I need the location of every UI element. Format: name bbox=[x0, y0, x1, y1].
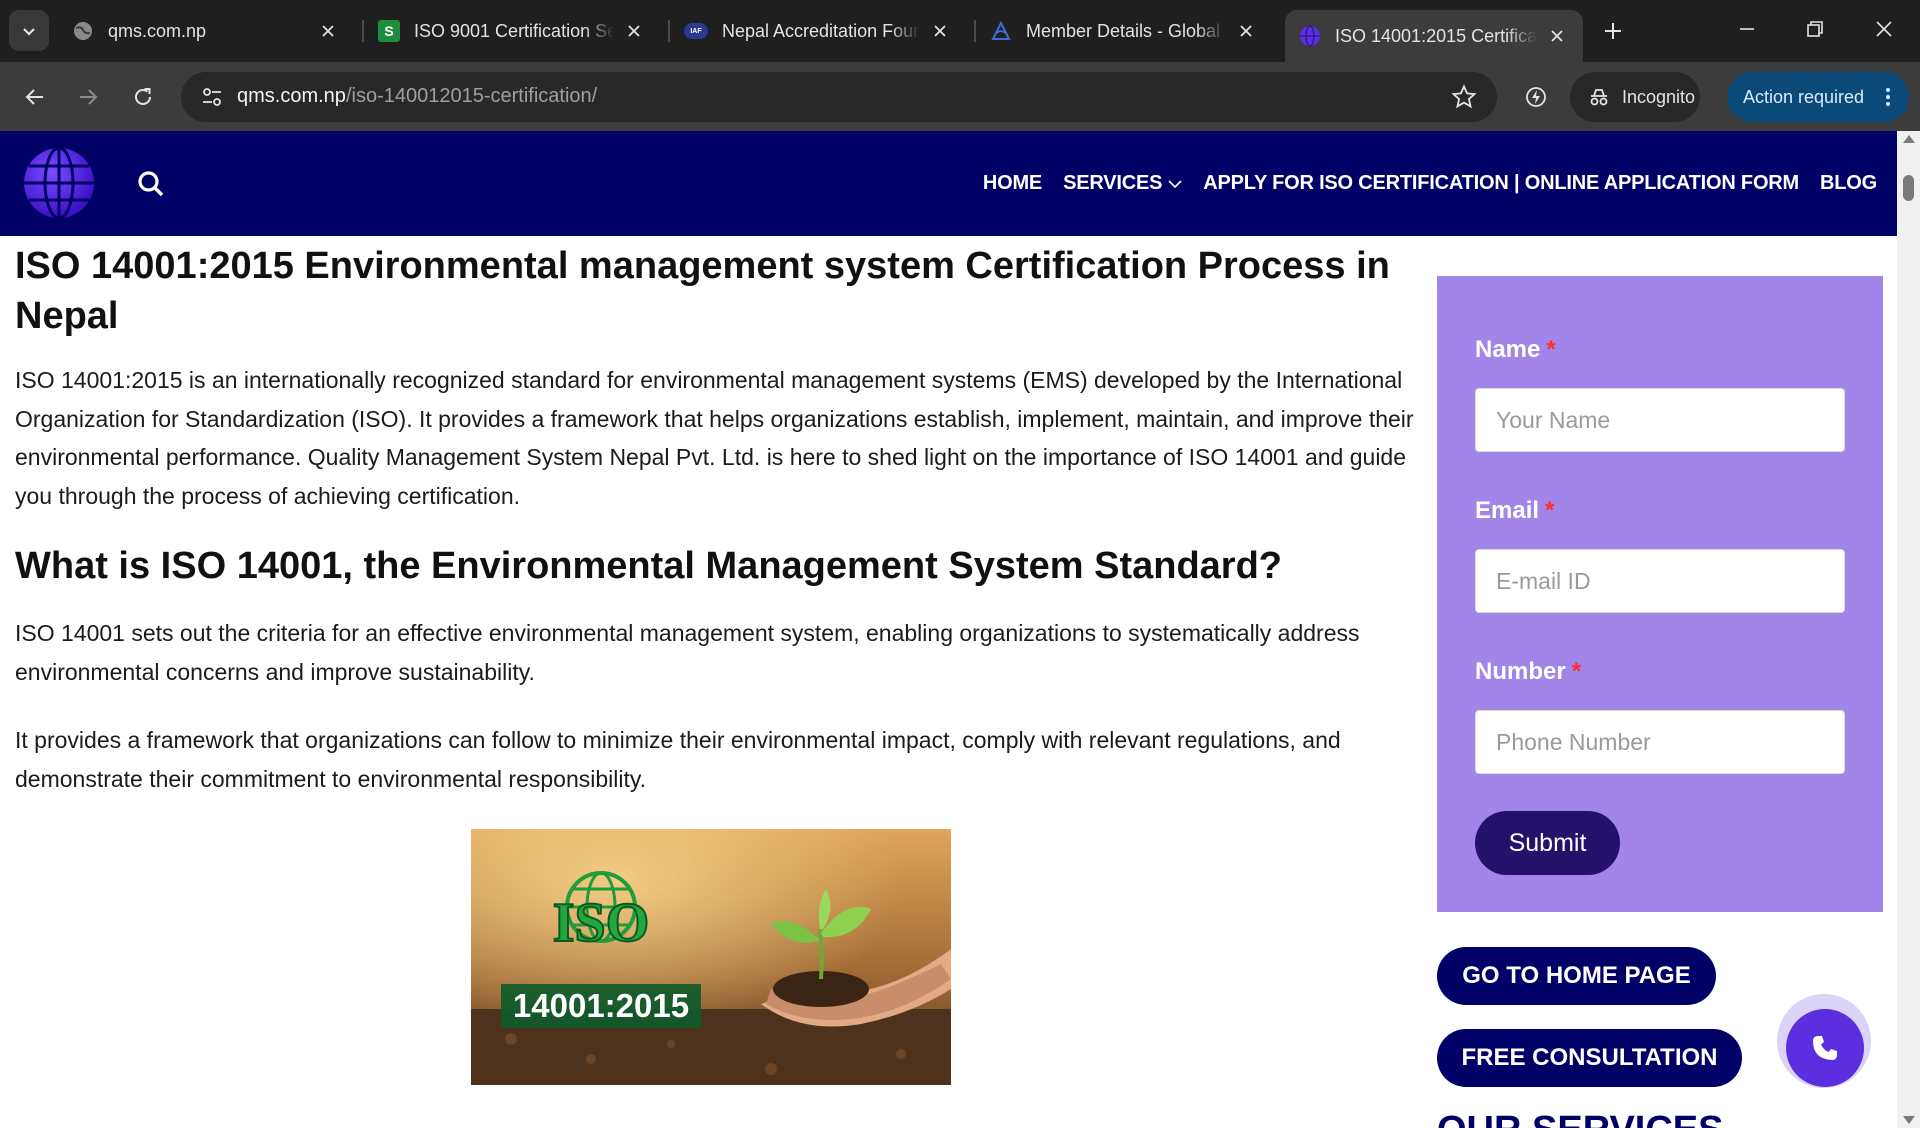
close-tab-icon[interactable] bbox=[316, 19, 340, 43]
arrow-left-icon bbox=[25, 89, 43, 105]
forward-button[interactable] bbox=[69, 78, 107, 116]
tab-member-details[interactable]: Member Details - Global bbox=[976, 10, 1272, 52]
phone-icon bbox=[1813, 1036, 1837, 1060]
close-tab-icon[interactable] bbox=[1234, 19, 1258, 43]
tab-title: ISO 9001 Certification Services bbox=[414, 20, 614, 41]
required-asterisk: * bbox=[1546, 336, 1556, 363]
site-header: HOME SERVICES APPLY FOR ISO CERTIFICATIO… bbox=[0, 131, 1897, 236]
name-input[interactable] bbox=[1475, 388, 1845, 452]
tab-title: ISO 14001:2015 Certification bbox=[1335, 25, 1537, 46]
more-vert-icon bbox=[1886, 88, 1890, 106]
arrow-right-icon bbox=[80, 89, 98, 105]
action-required-label: Action required bbox=[1743, 86, 1865, 107]
browser-toolbar: qms.com.np/iso-140012015-certification/ … bbox=[0, 62, 1920, 131]
triangle-logo-icon bbox=[990, 20, 1012, 42]
tab-qms-home[interactable]: qms.com.np bbox=[58, 10, 354, 52]
address-bar[interactable]: qms.com.np/iso-140012015-certification/ bbox=[181, 72, 1497, 122]
our-services-heading: OUR SERVICES bbox=[1437, 1109, 1723, 1128]
page-title: ISO 14001:2015 Environmental management … bbox=[15, 245, 1390, 337]
nav-services[interactable]: SERVICES bbox=[1063, 172, 1182, 195]
phone-input[interactable] bbox=[1475, 710, 1845, 774]
required-asterisk: * bbox=[1571, 658, 1582, 685]
nav-home[interactable]: HOME bbox=[983, 172, 1042, 195]
back-button[interactable] bbox=[16, 78, 54, 116]
url-host: qms.com.np bbox=[237, 85, 346, 107]
free-consultation-button[interactable]: FREE CONSULTATION bbox=[1437, 1029, 1742, 1087]
nav-apply[interactable]: APPLY FOR ISO CERTIFICATION | ONLINE APP… bbox=[1203, 172, 1799, 195]
site-logo-globe-icon[interactable] bbox=[22, 146, 96, 220]
minimize-icon bbox=[1740, 28, 1754, 30]
tab-nepal-accreditation[interactable]: IAF Nepal Accreditation Foundation bbox=[670, 10, 966, 52]
page-scrollbar[interactable] bbox=[1897, 131, 1920, 1128]
star-icon[interactable] bbox=[1451, 84, 1477, 110]
tab-title: Member Details - Global bbox=[1026, 20, 1221, 41]
iso-14001-illustration: ISO 14001:2015 bbox=[471, 829, 951, 1085]
email-label-text: Email bbox=[1475, 497, 1540, 524]
close-window-button[interactable] bbox=[1850, 0, 1918, 58]
image-iso-text: ISO bbox=[553, 892, 650, 954]
go-to-home-page-button[interactable]: GO TO HOME PAGE bbox=[1437, 947, 1716, 1005]
new-tab-button[interactable] bbox=[1595, 13, 1631, 49]
required-asterisk: * bbox=[1545, 497, 1555, 524]
nav-blog[interactable]: BLOG bbox=[1820, 172, 1877, 195]
main-nav: HOME SERVICES APPLY FOR ISO CERTIFICATIO… bbox=[962, 131, 1877, 236]
performance-button[interactable] bbox=[1517, 78, 1555, 116]
restore-button[interactable] bbox=[1781, 0, 1849, 58]
site-info-icon[interactable] bbox=[197, 83, 227, 111]
submit-button[interactable]: Submit bbox=[1475, 811, 1620, 875]
site-globe-icon bbox=[1299, 25, 1321, 47]
iso-14001-image: ISO 14001:2015 bbox=[471, 829, 951, 1085]
performance-icon bbox=[1526, 87, 1546, 107]
incognito-icon bbox=[1590, 89, 1608, 106]
chevron-down-icon bbox=[1168, 179, 1182, 188]
close-icon bbox=[1876, 21, 1892, 37]
number-label: Number * bbox=[1475, 658, 1581, 686]
browser-tab-strip: qms.com.np S ISO 9001 Certification Serv… bbox=[0, 0, 1920, 62]
scrollbar-thumb[interactable] bbox=[1903, 175, 1914, 201]
search-icon[interactable] bbox=[136, 169, 166, 199]
incognito-indicator[interactable]: Incognito bbox=[1570, 72, 1700, 122]
article-paragraph: It provides a framework that organizatio… bbox=[15, 727, 1341, 792]
email-input[interactable] bbox=[1475, 549, 1845, 613]
tab-iso9001[interactable]: S ISO 9001 Certification Services bbox=[364, 10, 660, 52]
article-paragraph: ISO 14001 sets out the criteria for an e… bbox=[15, 620, 1360, 685]
web-page: HOME SERVICES APPLY FOR ISO CERTIFICATIO… bbox=[0, 131, 1897, 1128]
nav-services-label: SERVICES bbox=[1063, 172, 1163, 194]
contact-form: Name* Email* Number* Submit bbox=[1437, 276, 1883, 912]
iaf-logo-icon: IAF bbox=[684, 23, 708, 39]
restore-icon bbox=[1807, 21, 1823, 37]
chevron-down-icon bbox=[23, 27, 35, 36]
section-heading: What is ISO 14001, the Environmental Man… bbox=[15, 545, 1283, 587]
reload-icon bbox=[135, 88, 151, 105]
close-tab-icon[interactable] bbox=[1545, 24, 1569, 48]
s-logo-icon: S bbox=[378, 20, 400, 42]
email-label: Email * bbox=[1475, 497, 1554, 525]
url-text[interactable]: qms.com.np/iso-140012015-certification/ bbox=[237, 85, 597, 108]
incognito-label: Incognito bbox=[1622, 86, 1696, 107]
tab-title: Nepal Accreditation Foundation bbox=[722, 20, 920, 41]
tab-title: qms.com.np bbox=[108, 20, 207, 41]
minimize-button[interactable] bbox=[1713, 0, 1781, 58]
name-label: Name * bbox=[1475, 336, 1556, 364]
action-required-button[interactable]: Action required bbox=[1727, 72, 1909, 122]
scroll-up-arrow-icon[interactable] bbox=[1903, 135, 1915, 143]
tab-iso14001-active[interactable]: ISO 14001:2015 Certification bbox=[1285, 10, 1583, 62]
name-label-text: Name bbox=[1475, 336, 1541, 363]
image-standard-text: 14001:2015 bbox=[513, 987, 689, 1024]
article-intro: ISO 14001:2015 is an internationally rec… bbox=[15, 367, 1414, 509]
url-path: /iso-140012015-certification/ bbox=[345, 85, 598, 107]
close-tab-icon[interactable] bbox=[928, 19, 952, 43]
call-button[interactable] bbox=[1786, 1009, 1864, 1087]
tab-search-button[interactable] bbox=[9, 10, 49, 51]
scroll-down-arrow-icon[interactable] bbox=[1903, 1116, 1915, 1124]
number-label-text: Number bbox=[1475, 658, 1566, 685]
plus-icon bbox=[1605, 23, 1621, 39]
close-tab-icon[interactable] bbox=[622, 19, 646, 43]
reload-button[interactable] bbox=[124, 78, 162, 116]
globe-icon bbox=[72, 20, 94, 42]
